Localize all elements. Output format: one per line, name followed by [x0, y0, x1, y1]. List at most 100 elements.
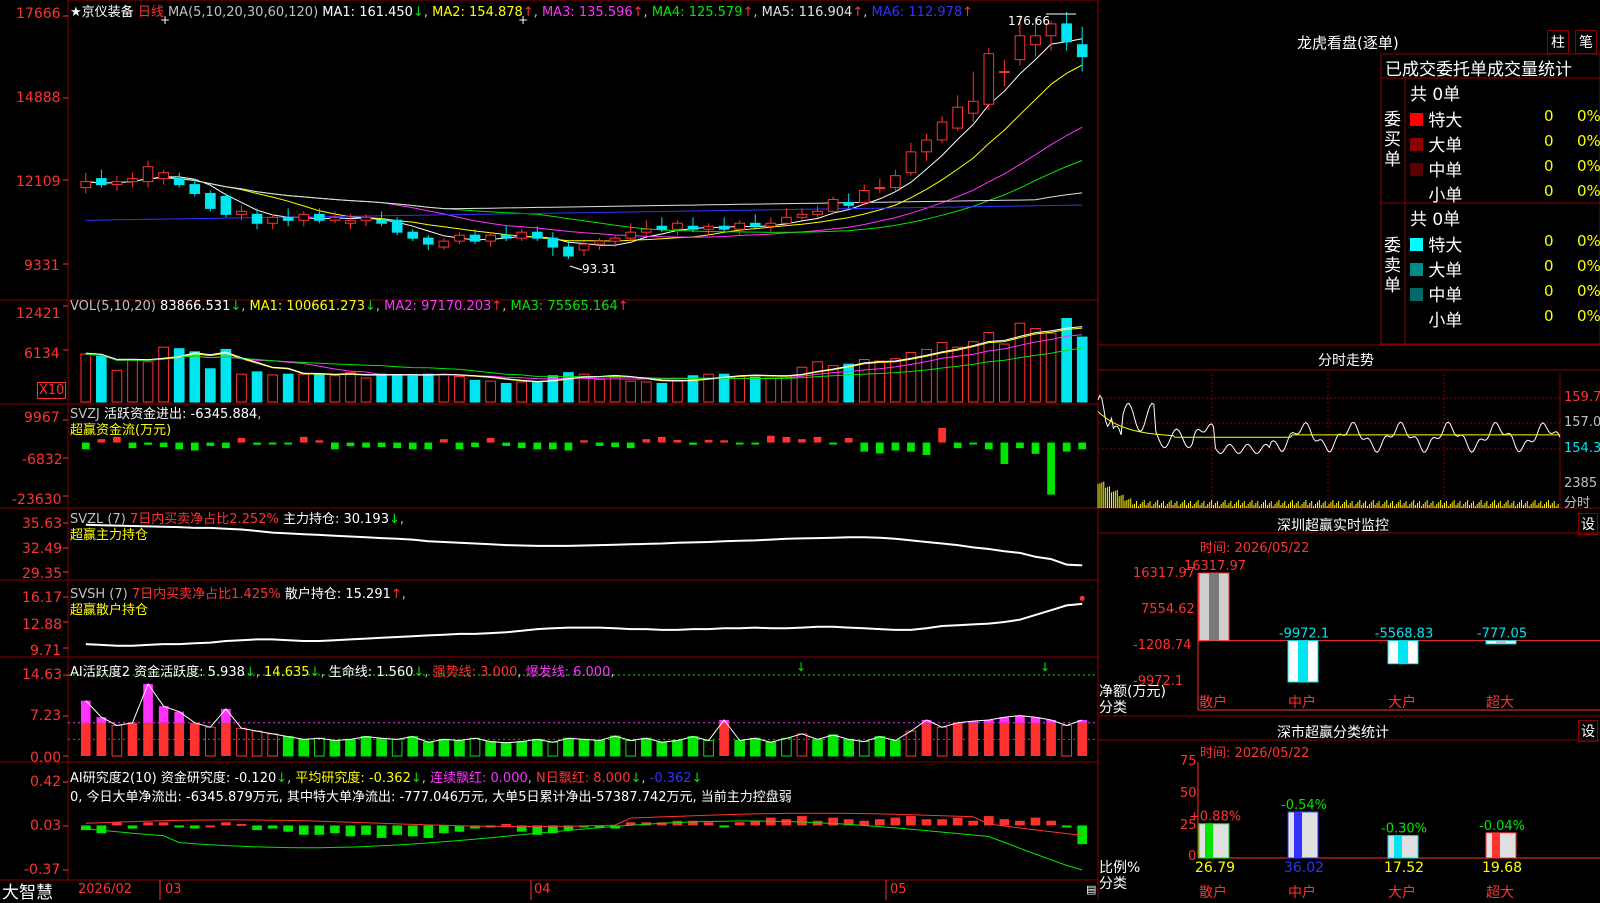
x-tick: 03: [165, 882, 182, 897]
monitor-title: 深圳超赢实时监控: [1277, 518, 1389, 534]
svzj-sub: 超赢资金流(万元): [70, 423, 172, 438]
y-tick: 32.49: [22, 541, 63, 557]
x-tick: 2026/02: [78, 882, 133, 897]
bar-mode-button[interactable]: 柱: [1547, 30, 1569, 54]
buy-order-label: 委买单: [1384, 110, 1401, 170]
activity-bar: [781, 737, 792, 757]
fenshi-unit: 分时: [1564, 496, 1591, 511]
fund-flow-bar: [408, 442, 417, 450]
candle: [1030, 35, 1041, 46]
volume-bar: [485, 380, 496, 403]
fund-flow-bar: [331, 442, 339, 450]
research-bar: [439, 825, 449, 834]
stock-name[interactable]: 京仪装备: [82, 5, 134, 20]
candle: [360, 216, 372, 221]
volume-bar: [205, 368, 216, 403]
stock-chart-canvas[interactable]: + +↓ ↓16317.97散户-9972.1中户-5568.83大户-777.05…: [0, 0, 1600, 900]
candle: [267, 216, 278, 224]
stats-settings-button[interactable]: 设: [1578, 720, 1598, 742]
candle: [999, 71, 1010, 74]
volume-bar: [111, 369, 123, 403]
candle: [376, 219, 387, 224]
volume-bar: [267, 374, 278, 403]
activity-bar: [127, 722, 138, 756]
fund-flow-bar: [1062, 442, 1071, 452]
volume-bar: [858, 358, 870, 403]
lock-icon[interactable]: ▤: [1086, 883, 1096, 896]
sell-row: 小单: [1428, 311, 1463, 331]
retail-holding-line: [85, 602, 1083, 647]
activity-bar: [843, 738, 855, 757]
fund-flow-bar: [953, 442, 962, 449]
fund-flow-bar: [144, 442, 152, 445]
candle: [531, 231, 543, 239]
volume-bar: [516, 381, 528, 403]
research-bar: [423, 825, 434, 838]
fenshi-price-line: [1097, 394, 1561, 455]
research-bar: [999, 819, 1010, 826]
candle: [422, 237, 434, 245]
low-price-label: 93.31: [582, 262, 617, 276]
volume-bar: [236, 373, 247, 403]
ma4-label: MA4: 125.579↑: [651, 5, 754, 20]
activity-line: [85, 682, 1083, 744]
activity-bar: [1030, 722, 1041, 756]
stats-bar-stripe: [1492, 832, 1500, 858]
fund-flow-bar: [253, 442, 261, 445]
vol-legend: VOL(5,10,20) 83866.531↓, MA1: 100661.273…: [70, 299, 629, 314]
research-bar: [267, 825, 278, 829]
stats-bar-stripe: [1205, 823, 1213, 858]
stats-bar: [1387, 835, 1419, 859]
activity-bar: [578, 738, 590, 757]
candle: [952, 106, 963, 129]
activity-bar: [734, 739, 746, 757]
volume-bar: [781, 375, 792, 403]
activity-bar: [391, 738, 403, 757]
fund-flow-bar: [1031, 442, 1040, 454]
candle: [765, 222, 777, 227]
candle: [96, 178, 107, 186]
fund-flow-bar: [720, 440, 728, 443]
fund-flow-bar: [159, 442, 168, 448]
tick-mode-button[interactable]: 笔: [1575, 30, 1597, 54]
stats-category: 超大: [1486, 885, 1514, 900]
activity-bar: [438, 738, 450, 757]
y-tick: 14888: [16, 90, 61, 106]
stats-bar-stripe: [1394, 835, 1402, 858]
activity-bar: [874, 736, 886, 757]
activity-bar: [719, 722, 729, 756]
fund-flow-bar: [735, 442, 744, 445]
period-label[interactable]: 日线: [138, 5, 164, 20]
candle: [749, 222, 761, 227]
activity-bar: [454, 739, 465, 757]
ma-line-5: [85, 177, 1083, 210]
monitor-category: 散户: [1199, 694, 1227, 711]
research-bar: [921, 819, 932, 826]
volume-bar: [609, 376, 621, 403]
buy-val: 0: [1544, 107, 1554, 125]
lhb-tab[interactable]: 已成交委托单成交量统计: [1385, 55, 1572, 80]
candle: [516, 231, 528, 239]
monitor-bar-label: -777.05: [1477, 627, 1527, 642]
ai-research-legend: AI研究度2(10) 资金研究度: -0.120↓, 平均研究度: -0.362…: [70, 771, 703, 786]
fund-flow-bar: [907, 442, 915, 452]
vol-unit[interactable]: X10: [37, 382, 67, 399]
activity-bar: [983, 722, 994, 756]
research-bar: [189, 825, 200, 829]
fund-flow-bar: [580, 440, 588, 443]
signal-arrow: ↓: [796, 660, 806, 674]
candle: [313, 213, 325, 221]
buy-val: 0: [1544, 157, 1554, 175]
xl-buy-swatch: [1410, 113, 1423, 126]
candle: [345, 219, 356, 224]
candle: [672, 222, 683, 230]
research-bar: [330, 825, 340, 834]
fund-flow-bar: [471, 442, 479, 448]
monitor-settings-button[interactable]: 设: [1578, 513, 1598, 535]
candle: [407, 231, 419, 239]
activity-bar: [1015, 722, 1025, 756]
fund-flow-bar: [689, 442, 697, 445]
candle: [609, 237, 621, 242]
fenshi-y-tick: 159.7: [1564, 390, 1600, 405]
stats-category: 散户: [1199, 884, 1227, 900]
